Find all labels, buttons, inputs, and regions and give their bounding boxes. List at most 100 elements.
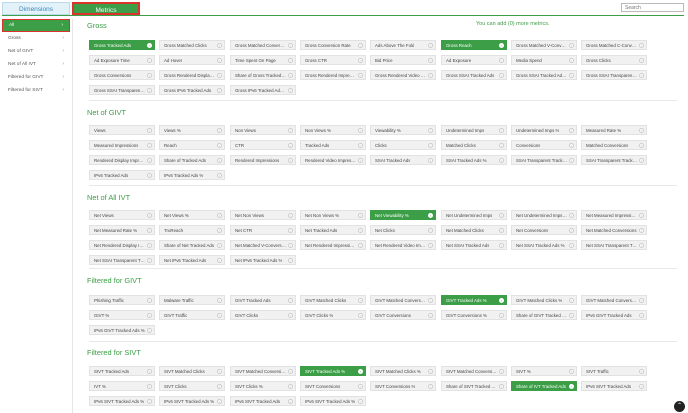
metric-button[interactable]: Tracked Ads › (300, 140, 366, 150)
metric-button[interactable]: Net Non Views › (230, 210, 296, 220)
metric-button[interactable]: Gross SSAI Transparent Tracked Ads %› (89, 85, 155, 95)
metric-button[interactable]: SIVT Clicks › (159, 381, 225, 391)
metric-button[interactable]: SIVT Tracked Ads % › (300, 366, 366, 376)
tab-metrics[interactable]: Metrics (72, 2, 140, 15)
metric-button[interactable]: SSAI Tracked Ads › (370, 155, 436, 165)
metric-button[interactable]: Share of Tracked Ads › (159, 155, 225, 165)
metric-button[interactable]: Ads Above The Fold › (370, 40, 436, 50)
sidebar-item[interactable]: Net of All IVT › (2, 58, 70, 71)
tab-dimensions[interactable]: Dimensions (2, 2, 70, 15)
metric-button[interactable]: Rendered Video Impressions › (300, 155, 366, 165)
metric-button[interactable]: Net Non Views % › (300, 210, 366, 220)
metric-button[interactable]: Net Undetermined Imps % › (511, 210, 577, 220)
metric-button[interactable]: Matched Conversions › (581, 140, 647, 150)
metric-button[interactable]: IPv6 SIVT Tracked Ads % › (159, 396, 225, 406)
metric-button[interactable]: SSAI Tracked Ads % › (441, 155, 507, 165)
metric-button[interactable]: GIVT Tracked Ads % › (441, 295, 507, 305)
metric-button[interactable]: Gross IPv6 Tracked Ads % › (230, 85, 296, 95)
metric-button[interactable]: IPv6 SIVT Tracked Ads › (230, 396, 296, 406)
sidebar-item[interactable]: Filtered for SIVT › (2, 84, 70, 97)
metric-button[interactable]: Gross SSAI Tracked Ads % › (511, 70, 577, 80)
metric-button[interactable]: Non Views % › (300, 125, 366, 135)
scroll-top-button[interactable]: ⌃ (674, 401, 685, 412)
metric-button[interactable]: Net Measured Rate % › (89, 225, 155, 235)
search-input[interactable] (621, 3, 684, 12)
sidebar-item[interactable]: Filtered for GIVT › (2, 71, 70, 84)
metric-button[interactable]: Time Spent On Page › (230, 55, 296, 65)
metric-button[interactable]: SIVT Conversions › (300, 381, 366, 391)
metric-button[interactable]: Share of Net Tracked Ads › (159, 240, 225, 250)
metric-button[interactable]: Net SSAI Tracked Ads › (441, 240, 507, 250)
metric-button[interactable]: SSAI Transparent Tracked Ads %› (581, 155, 647, 165)
metric-button[interactable]: IPv6 GIVT Tracked Ads › (581, 310, 647, 320)
metric-button[interactable]: SIVT Matched Clicks % › (370, 366, 436, 376)
metric-button[interactable]: GIVT Clicks % › (300, 310, 366, 320)
metric-button[interactable]: Ad Exposure › (441, 55, 507, 65)
metric-button[interactable]: Ad Exposure Time › (89, 55, 155, 65)
metric-button[interactable]: Phishing Traffic › (89, 295, 155, 305)
metric-button[interactable]: Net Measured Impressions › (581, 210, 647, 220)
metric-button[interactable]: TruReach › (159, 225, 225, 235)
metric-button[interactable]: Net Conversions › (511, 225, 577, 235)
metric-button[interactable]: Net Tracked Ads › (300, 225, 366, 235)
metric-button[interactable]: Share of SIVT Tracked Ads › (441, 381, 507, 391)
metric-button[interactable]: Gross Tracked Ads › (89, 40, 155, 50)
metric-button[interactable]: Undetermined Imps % › (511, 125, 577, 135)
metric-button[interactable]: Non Views › (230, 125, 296, 135)
metric-button[interactable]: Views › (89, 125, 155, 135)
metric-button[interactable]: SIVT Matched Clicks › (159, 366, 225, 376)
metric-button[interactable]: IPv6 SIVT Tracked Ads › (581, 381, 647, 391)
metric-button[interactable]: Views % › (159, 125, 225, 135)
metric-button[interactable]: SIVT Matched Conversions %› (441, 366, 507, 376)
metric-button[interactable]: Ad Hover › (159, 55, 225, 65)
metric-button[interactable]: Malware Traffic › (159, 295, 225, 305)
metric-button[interactable]: SIVT Traffic › (581, 366, 647, 376)
metric-button[interactable]: Net Rendered Impressions › (300, 240, 366, 250)
metric-button[interactable]: SIVT Tracked Ads › (89, 366, 155, 376)
sidebar-item[interactable]: Net of GIVT › (2, 45, 70, 58)
metric-button[interactable]: GIVT Clicks › (230, 310, 296, 320)
metric-button[interactable]: Gross Conversions › (89, 70, 155, 80)
metric-button[interactable]: Matched Clicks › (441, 140, 507, 150)
metric-button[interactable]: IVT % › (89, 381, 155, 391)
metric-button[interactable]: Gross SSAI Transparent Tracked Ads› (581, 70, 647, 80)
metric-button[interactable]: Net SSAI Transparent Tracked Ads› (581, 240, 647, 250)
metric-button[interactable]: Gross Conversion Rate › (300, 40, 366, 50)
metric-button[interactable]: Net IPv6 Tracked Ads % › (230, 255, 296, 265)
metric-button[interactable]: SIVT Matched Conversions › (230, 366, 296, 376)
metric-button[interactable]: Net SSAI Tracked Ads % › (511, 240, 577, 250)
metric-button[interactable]: GIVT Matched Clicks % › (511, 295, 577, 305)
metric-button[interactable]: IPv6 Tracked Ads › (89, 170, 155, 180)
metric-button[interactable]: Gross Matched C-Conversions› (581, 40, 647, 50)
metric-button[interactable]: Net Matched Conversions › (581, 225, 647, 235)
metric-button[interactable]: Clicks › (370, 140, 436, 150)
metric-button[interactable]: Share of GIVT Tracked Ads › (511, 310, 577, 320)
metric-button[interactable]: Net Undetermined Imps › (441, 210, 507, 220)
metric-button[interactable]: Viewability % › (370, 125, 436, 135)
metric-button[interactable]: Net SSAI Transparent Tracked Ads %› (89, 255, 155, 265)
metric-button[interactable]: Rendered Impressions › (230, 155, 296, 165)
metric-button[interactable]: Conversions › (511, 140, 577, 150)
metric-button[interactable]: IPv6 GIVT Tracked Ads % › (89, 325, 155, 335)
metric-button[interactable]: Net Matched V-Conversions › (230, 240, 296, 250)
metric-button[interactable]: Net Rendered Video Impressions› (370, 240, 436, 250)
metric-button[interactable]: Gross CTR › (300, 55, 366, 65)
metric-button[interactable]: GIVT Matched Clicks › (300, 295, 366, 305)
metric-button[interactable]: Media Spend › (511, 55, 577, 65)
metric-button[interactable]: GIVT Traffic › (159, 310, 225, 320)
metric-button[interactable]: Rendered Display Impressions› (89, 155, 155, 165)
metric-button[interactable]: Gross SSAI Tracked Ads › (441, 70, 507, 80)
metric-button[interactable]: CTR › (230, 140, 296, 150)
metric-button[interactable]: Share of Gross Tracked Ads › (230, 70, 296, 80)
metric-button[interactable]: IPv6 SIVT Tracked Ads % › (89, 396, 155, 406)
metric-button[interactable]: Net Viewability % › (370, 210, 436, 220)
metric-button[interactable]: Measured Impressions › (89, 140, 155, 150)
metric-button[interactable]: SSAI Transparent Tracked Ads› (511, 155, 577, 165)
metric-button[interactable]: Net IPv6 Tracked Ads › (159, 255, 225, 265)
metric-button[interactable]: Measured Rate % › (581, 125, 647, 135)
metric-button[interactable]: GIVT % › (89, 310, 155, 320)
metric-button[interactable]: GIVT Conversions % › (441, 310, 507, 320)
metric-button[interactable]: Bid Price › (370, 55, 436, 65)
metric-button[interactable]: Net Matched Clicks › (441, 225, 507, 235)
metric-button[interactable]: Net Views › (89, 210, 155, 220)
